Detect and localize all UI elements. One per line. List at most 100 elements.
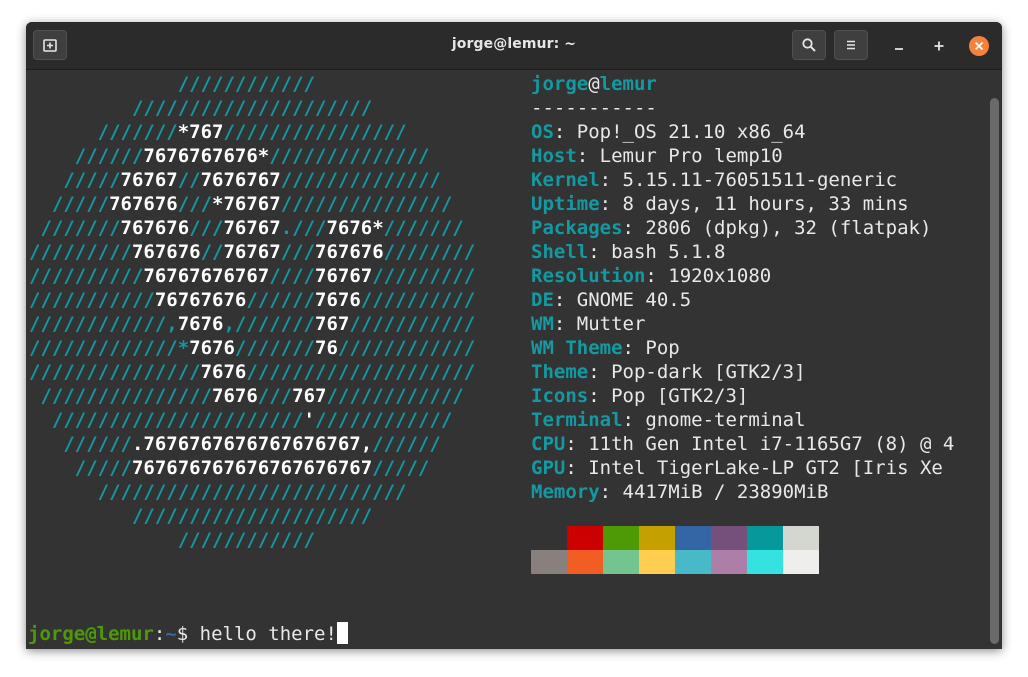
info-key: Kernel (531, 169, 600, 191)
search-icon (802, 38, 816, 52)
info-value: GNOME 40.5 (576, 289, 692, 311)
prompt-command[interactable]: hello there! (200, 623, 337, 645)
close-button[interactable] (969, 36, 989, 56)
color-swatch (675, 550, 711, 574)
info-value: Pop!_OS 21.10 x86_64 (576, 121, 806, 143)
scrollbar[interactable] (990, 98, 999, 644)
ascii-segment: ///////// (372, 265, 476, 287)
ascii-segment: ////////////, (29, 313, 178, 335)
color-swatch (531, 550, 567, 574)
ascii-segment: ////// (29, 145, 144, 167)
close-icon (974, 41, 984, 51)
color-swatch (531, 526, 567, 550)
ascii-segment: 7676 (212, 385, 258, 407)
ascii-segment: /////////////// (280, 193, 453, 215)
info-key: WM (531, 313, 554, 335)
ascii-segment: *76767 (212, 193, 281, 215)
ascii-segment: 7676 (200, 361, 247, 383)
neofetch-fields: OS: Pop!_OS 21.10 x86_64 Host: Lemur Pro… (531, 121, 955, 503)
ascii-segment: // (200, 241, 224, 263)
prompt-symbol: $ (176, 623, 200, 645)
maximize-icon[interactable] (929, 36, 949, 56)
color-swatch (639, 550, 675, 574)
ascii-segment: //// (269, 265, 315, 287)
ascii-segment: 76767 (223, 217, 281, 239)
color-swatch (603, 550, 639, 574)
info-value: 4417MiB / 23890MiB (622, 481, 829, 503)
info-key: Uptime (531, 193, 600, 215)
neofetch-separator: ----------- (531, 97, 657, 119)
ascii-segment: 767676 (120, 217, 190, 239)
text-cursor (336, 622, 348, 644)
menu-button[interactable] (834, 30, 868, 60)
info-value: bash 5.1.8 (611, 241, 726, 263)
ascii-segment: /////// (29, 217, 121, 239)
ascii-segment: /////////////// (29, 361, 201, 383)
ascii-segment: ////////////// (269, 145, 430, 167)
ascii-segment: /////// (29, 121, 178, 143)
ascii-segment: ///////// (29, 241, 132, 263)
ascii-segment: ./// (280, 217, 327, 239)
ascii-segment: 767676 (109, 193, 178, 215)
ascii-segment: //////////// (315, 409, 453, 431)
ascii-segment: 76767 (315, 265, 373, 287)
ascii-segment: /////// (383, 217, 464, 239)
ascii-segment: 767 (315, 313, 350, 335)
ascii-segment: /////////// (349, 313, 476, 335)
info-key: DE (531, 289, 554, 311)
info-key: GPU (531, 457, 566, 479)
info-value: 8 days, 11 hours, 33 mins (622, 193, 909, 215)
ascii-segment: //////////// (29, 73, 315, 95)
ascii-segment: 767676767676767676767 (131, 457, 373, 479)
ascii-segment: 7676 (315, 289, 361, 311)
ascii-segment: // (177, 169, 201, 191)
ascii-segment: 76767676 (154, 289, 247, 311)
ascii-segment: ////// (372, 433, 441, 455)
ascii-segment: 7676 (189, 337, 235, 359)
ascii-segment: 76767 (223, 241, 281, 263)
color-swatch (567, 550, 603, 574)
ascii-segment: ///// (29, 457, 132, 479)
search-button[interactable] (792, 30, 826, 60)
terminal-window: jorge@lemur: ~ //////////// ////////////… (26, 22, 1002, 649)
info-value: 11th Gen Intel i7-1165G7 (8) @ 4 (588, 433, 955, 455)
neofetch-user: jorge (531, 73, 589, 95)
ascii-segment: //////////// (337, 337, 476, 359)
ascii-segment: ,/////// (223, 313, 315, 335)
color-swatch (711, 526, 747, 550)
info-key: WM Theme (531, 337, 623, 359)
info-value: Pop (645, 337, 680, 359)
neofetch-at: @ (588, 73, 600, 95)
neofetch-info: jorge@lemur ----------- OS: Pop!_OS 21.1… (531, 72, 954, 504)
color-swatch (711, 550, 747, 574)
terminal-output[interactable]: //////////// ///////////////////// /////… (26, 70, 988, 649)
info-value: 1920x1080 (668, 265, 772, 287)
ascii-segment: 76767676767 (143, 265, 270, 287)
ascii-segment: 76 (315, 337, 338, 359)
ascii-segment: .7676767676767676767, (131, 433, 373, 455)
prompt-path: ~ (165, 623, 177, 645)
ascii-segment: /////////////////////////// (29, 481, 407, 503)
info-value: Intel TigerLake-LP GT2 [Iris Xe (588, 457, 943, 479)
info-key: Terminal (531, 409, 623, 431)
info-key: Memory (531, 481, 600, 503)
color-swatch (567, 526, 603, 550)
ascii-segment: 7676767676* (143, 145, 270, 167)
title-bar[interactable]: jorge@lemur: ~ (26, 22, 1002, 70)
ascii-segment: 767676 (315, 241, 384, 263)
info-key: Theme (531, 361, 589, 383)
info-value: Pop-dark [GTK2/3] (611, 361, 806, 383)
shell-prompt-line[interactable]: jorge@lemur:~$ hello there! (28, 622, 348, 646)
ascii-segment: ////////////// (280, 169, 441, 191)
prompt-user-host: jorge@lemur (28, 623, 154, 645)
minimize-icon[interactable] (889, 36, 909, 56)
info-key: Resolution (531, 265, 646, 287)
color-swatch (783, 550, 819, 574)
info-value: Mutter (576, 313, 646, 335)
ascii-segment: /// (177, 193, 213, 215)
ascii-segment: ////// (246, 289, 315, 311)
ascii-segment: //////////////// (223, 121, 407, 143)
ascii-segment: ///// (372, 457, 430, 479)
pop-os-ascii-logo: //////////// ///////////////////// /////… (29, 72, 475, 552)
info-value: 2806 (dpkg), 32 (flatpak) (645, 217, 932, 239)
